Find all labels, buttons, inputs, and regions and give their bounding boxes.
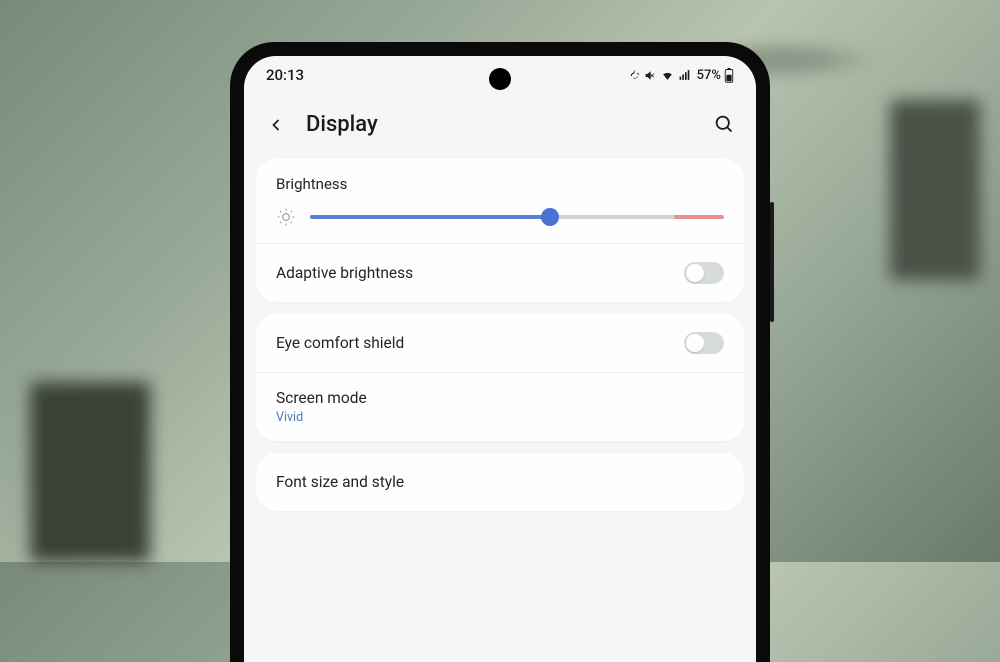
eye-comfort-toggle[interactable]: [684, 332, 724, 354]
background-blur: [30, 382, 150, 562]
eye-comfort-row[interactable]: Eye comfort shield: [256, 314, 744, 372]
back-button[interactable]: [264, 113, 288, 137]
screen-mode-value: Vivid: [276, 410, 303, 425]
phone-screen: 20:13 57% Display Brightness: [244, 56, 756, 662]
chevron-left-icon: [266, 115, 286, 135]
page-header: Display: [244, 94, 756, 159]
toggle-knob: [686, 264, 704, 282]
mute-icon: [644, 69, 657, 82]
sun-icon: [276, 207, 296, 227]
phone-side-button: [770, 202, 774, 322]
display-card: Eye comfort shield Screen mode Vivid: [256, 314, 744, 441]
background-blur: [890, 100, 980, 280]
status-icons: 57%: [628, 68, 734, 83]
signal-icon: [678, 69, 692, 82]
font-card: Font size and style: [256, 453, 744, 511]
battery-percentage: 57%: [697, 68, 721, 83]
font-row[interactable]: Font size and style: [256, 453, 744, 511]
adaptive-brightness-toggle[interactable]: [684, 262, 724, 284]
brightness-label: Brightness: [276, 175, 724, 193]
slider-track: [310, 215, 724, 219]
brightness-section: Brightness: [256, 159, 744, 243]
camera-notch: [489, 68, 511, 90]
phone-frame: 20:13 57% Display Brightness: [230, 42, 770, 662]
brightness-slider[interactable]: [310, 208, 724, 226]
slider-thumb: [541, 208, 559, 226]
wifi-icon: [660, 69, 675, 82]
adaptive-brightness-label: Adaptive brightness: [276, 264, 413, 282]
status-time: 20:13: [266, 66, 304, 84]
screen-mode-row[interactable]: Screen mode Vivid: [256, 372, 744, 441]
battery-icon: [724, 68, 734, 83]
search-button[interactable]: [712, 113, 736, 137]
adaptive-brightness-row[interactable]: Adaptive brightness: [256, 243, 744, 302]
search-icon: [714, 114, 735, 135]
font-label: Font size and style: [276, 473, 404, 491]
eye-comfort-label: Eye comfort shield: [276, 334, 404, 352]
brightness-card: Brightness Adaptive brightness: [256, 159, 744, 302]
screen-mode-label: Screen mode: [276, 389, 367, 407]
toggle-knob: [686, 334, 704, 352]
rotation-lock-icon: [628, 69, 641, 82]
page-title: Display: [306, 112, 694, 137]
